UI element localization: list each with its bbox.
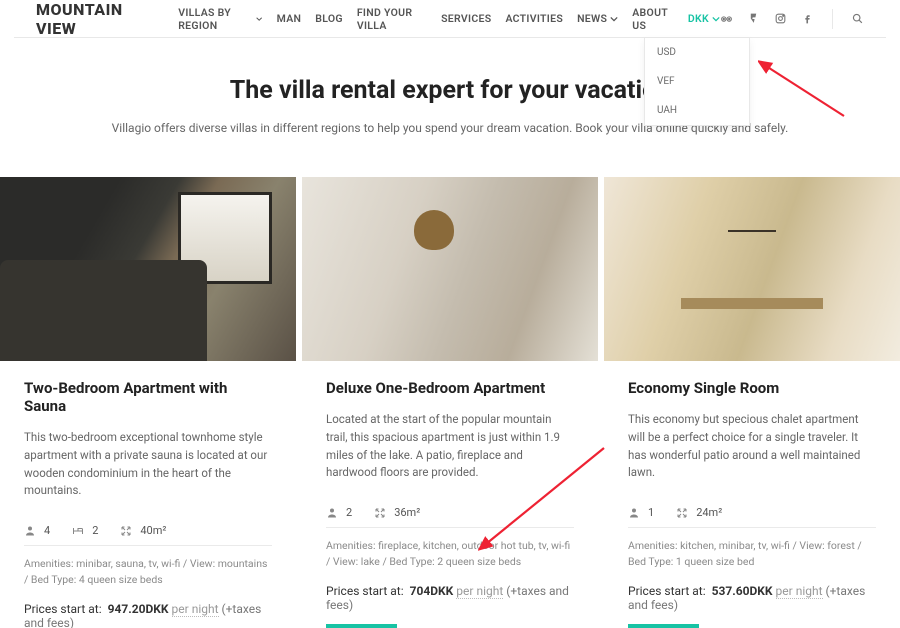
villa-image[interactable] (0, 177, 296, 361)
villa-card: Deluxe One-Bedroom Apartment Located at t… (302, 177, 598, 628)
chevron-down-icon (256, 15, 262, 23)
nav-item-man[interactable]: MAN (277, 6, 302, 32)
villa-card: Two-Bedroom Apartment with Sauna This two… (0, 177, 296, 628)
villa-tags: Amenities: fireplace, kitchen, outdoor h… (326, 528, 574, 578)
facebook-icon[interactable] (801, 12, 814, 25)
currency-option-uah[interactable]: UAH (645, 96, 749, 125)
guests-meta: 1 (628, 506, 654, 519)
villa-description: This two-bedroom exceptional townhome st… (24, 429, 272, 500)
main-header: MOUNTAIN VIEW VILLAS BY REGION MAN BLOG FI… (14, 0, 886, 38)
villa-image[interactable] (302, 177, 598, 361)
villa-card-row: Two-Bedroom Apartment with Sauna This two… (0, 177, 900, 628)
person-icon (24, 525, 36, 537)
chevron-down-icon (610, 15, 618, 23)
size-meta: 36m² (374, 506, 420, 519)
site-logo[interactable]: MOUNTAIN VIEW (36, 0, 156, 38)
currency-option-vef[interactable]: VEF (645, 67, 749, 96)
nav-item-dkk[interactable]: DKK (688, 6, 720, 32)
villa-meta: 1 24m² (628, 498, 876, 528)
expand-icon (120, 525, 132, 537)
currency-option-usd[interactable]: USD (645, 38, 749, 67)
villa-price: Prices start at: 537.60DKK per night (+t… (628, 578, 876, 624)
currency-dropdown: USDVEFUAH (644, 38, 750, 126)
search-icon[interactable] (851, 12, 864, 25)
person-icon (326, 507, 338, 519)
nav-item-about-us[interactable]: ABOUT US (632, 6, 674, 32)
villa-tags: Amenities: minibar, sauna, tv, wi-fi / V… (24, 546, 272, 596)
villa-meta: 2 36m² (326, 498, 574, 528)
size-meta: 40m² (120, 524, 166, 537)
hero-section: The villa rental expert for your vacatio… (0, 38, 900, 153)
guests-meta: 4 (24, 524, 50, 537)
bed-icon (72, 525, 84, 537)
villa-title[interactable]: Deluxe One-Bedroom Apartment (326, 379, 574, 397)
villa-price: Prices start at: 947.20DKK per night (+t… (24, 596, 272, 628)
villa-title[interactable]: Two-Bedroom Apartment with Sauna (24, 379, 272, 415)
nav-item-villas-by-region[interactable]: VILLAS BY REGION (178, 6, 262, 32)
villa-image[interactable] (604, 177, 900, 361)
nav-item-blog[interactable]: BLOG (315, 6, 343, 32)
villa-tags: Amenities: kitchen, minibar, tv, wi-fi /… (628, 528, 876, 578)
nav-item-news[interactable]: NEWS (577, 6, 618, 32)
villa-description: This economy but specious chalet apartme… (628, 411, 876, 482)
villa-price: Prices start at: 704DKK per night (+taxe… (326, 578, 574, 624)
nav-item-activities[interactable]: ACTIVITIES (505, 6, 563, 32)
villa-description: Located at the start of the popular moun… (326, 411, 574, 482)
main-nav: VILLAS BY REGION MAN BLOG FIND YOUR VILLA S… (178, 6, 720, 32)
person-icon (628, 507, 640, 519)
header-icons (720, 9, 864, 29)
beds-meta: 2 (72, 524, 98, 537)
tripadvisor-icon[interactable] (720, 12, 733, 25)
foursquare-icon[interactable] (747, 12, 760, 25)
instagram-icon[interactable] (774, 12, 787, 25)
book-button[interactable]: BOOK (326, 624, 397, 628)
villa-title[interactable]: Economy Single Room (628, 379, 876, 397)
nav-item-services[interactable]: SERVICES (441, 6, 491, 32)
chevron-down-icon (712, 15, 720, 23)
nav-item-find-your-villa[interactable]: FIND YOUR VILLA (357, 6, 427, 32)
expand-icon (374, 507, 386, 519)
villa-card: Economy Single Room This economy but spec… (604, 177, 900, 628)
size-meta: 24m² (676, 506, 722, 519)
expand-icon (676, 507, 688, 519)
book-button[interactable]: BOOK (628, 624, 699, 628)
guests-meta: 2 (326, 506, 352, 519)
villa-meta: 4 2 40m² (24, 516, 272, 546)
